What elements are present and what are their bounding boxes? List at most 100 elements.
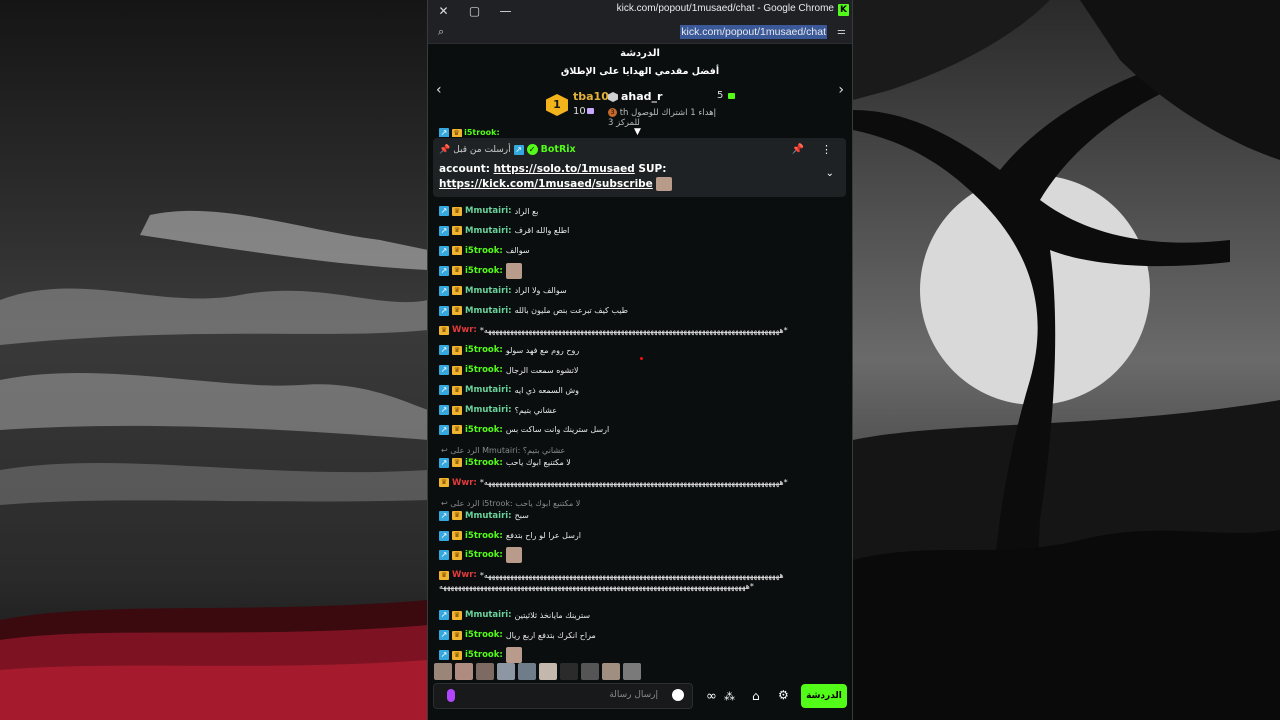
chat-username[interactable]: Mmutairi: (465, 610, 512, 620)
chat-username[interactable]: Wwr: (452, 478, 477, 488)
crown-icon: ♛ (451, 129, 462, 137)
chat-input-placeholder: إرسال رسالة (609, 690, 658, 700)
emoji-picker-icon[interactable] (672, 689, 684, 701)
chat-input[interactable]: إرسال رسالة (433, 683, 693, 709)
chat-message-text: مراح انكرك بتدفع اربع ريال (505, 630, 596, 640)
crown-icon: ♛ (452, 246, 462, 256)
recent-emotes-row (434, 663, 641, 680)
store-icon[interactable]: ⌂ (752, 689, 760, 703)
microphone-icon[interactable] (447, 689, 455, 702)
chat-username[interactable]: Mmutairi: (465, 286, 512, 296)
emote-thumbnail[interactable] (539, 663, 557, 680)
chat-username[interactable]: i5trook: (465, 246, 503, 256)
chat-message: ↗ ♛ Mmutairi: وش السمعه ذي ايه (439, 383, 579, 397)
chat-username[interactable]: Mmutairi: (465, 226, 512, 236)
gear-icon[interactable]: ⚙ (778, 688, 789, 702)
site-settings-icon[interactable]: ⚌ (837, 26, 846, 37)
crown-icon: ♛ (452, 345, 462, 355)
emote-thumbnail[interactable] (560, 663, 578, 680)
chat-username[interactable]: i5trook: (465, 550, 503, 560)
subscribe-link[interactable]: https://kick.com/1musaed/subscribe (439, 178, 653, 190)
badge-icon: ↗ (439, 245, 449, 256)
chat-message-text: سبح (514, 511, 529, 521)
pinned-author[interactable]: BotRix (541, 144, 576, 155)
title-bar: ✕ ▢ — kick.com/popout/1musaed/chat - Goo… (428, 0, 852, 21)
maximize-window-button[interactable]: ▢ (459, 0, 490, 21)
crown-icon: ♛ (452, 206, 462, 216)
close-window-button[interactable]: ✕ (428, 0, 459, 21)
chat-message: ↗ ♛ i5trook: (439, 547, 522, 564)
expand-arrow-icon[interactable]: ▼ (634, 127, 641, 137)
pinned-text: account: https://solo.to/1musaed SUP: ht… (439, 162, 799, 192)
chat-message-text: ارسل عرا لو راح بتدفع (505, 531, 581, 540)
chat-message: ♛ Wwr: *هههههههههههههههههههههههههههههههههه… (439, 476, 788, 490)
infinity-icon[interactable]: ∞ (706, 689, 717, 704)
chat-username[interactable]: i5trook: (465, 266, 503, 276)
chat-username[interactable]: i5trook: (465, 345, 503, 355)
badge-icon: ↗ (439, 424, 449, 435)
crown-icon: ♛ (452, 650, 462, 660)
crown-icon: ♛ (452, 306, 462, 315)
partial-message: ↗ ♛ i5trook: (439, 128, 500, 137)
pin-icon: 📌 (439, 144, 451, 155)
badge-icon: ↗ (439, 206, 449, 216)
chat-message: ↗ ♛ i5trook: لا مكتنيع ابوك ياحب (439, 456, 571, 470)
badge-icon: ↗ (439, 405, 449, 415)
emote-thumbnail[interactable] (497, 663, 515, 680)
chat-username[interactable]: i5trook: (465, 365, 503, 375)
crown-icon: ♛ (452, 630, 462, 640)
chat-message: ↗ ♛ Mmutairi: سوالف ولا الراد (439, 284, 567, 298)
chat-username[interactable]: i5trook: (465, 630, 503, 640)
chat-username[interactable]: Wwr: (452, 325, 477, 335)
chevron-left-icon[interactable]: ‹ (436, 82, 442, 98)
url-field[interactable]: kick.com/popout/1musaed/chat (680, 25, 827, 39)
chat-username[interactable]: i5trook: (465, 425, 503, 435)
emote-thumbnail[interactable] (476, 663, 494, 680)
chat-message-text: عشاني بتيم؟ (514, 405, 558, 415)
emote-thumbnail[interactable] (581, 663, 599, 680)
emote-thumbnail[interactable] (434, 663, 452, 680)
gifter-name[interactable]: tba10 (573, 90, 609, 103)
emote-thumbnail[interactable] (518, 663, 536, 680)
gifter-name[interactable]: ahad_r (621, 90, 662, 103)
chevron-right-icon[interactable]: › (838, 82, 844, 98)
more-options-icon[interactable]: ⋮ (821, 143, 832, 156)
chat-message: ↗ ♛ Mmutairi: عشاني بتيم؟ (439, 403, 557, 417)
chat-username[interactable]: Mmutairi: (465, 306, 512, 316)
unpin-icon[interactable]: 📌 (792, 144, 804, 155)
crown-icon: ♛ (452, 266, 462, 276)
maximize-icon: ▢ (468, 3, 481, 18)
third-place-text: th إهداء 1 اشتراك للوصول للمركز 3 (608, 108, 717, 128)
third-place-hint: 3 th إهداء 1 اشتراك للوصول للمركز 3 (608, 108, 738, 128)
badge-icon: ↗ (439, 225, 449, 236)
chat-message: ↗ ♛ Mmutairi: اطلع والله اقرف (439, 224, 569, 238)
chat-username[interactable]: Mmutairi: (465, 511, 512, 521)
url-bar: ⌕ kick.com/popout/1musaed/chat ⚌ (428, 21, 852, 44)
gift-gem-icon (587, 108, 594, 114)
crown-icon: ♛ (452, 550, 462, 560)
emote-thumbnail[interactable] (623, 663, 641, 680)
badge-icon: ↗ (439, 285, 449, 296)
pinned-mid: SUP: (634, 163, 667, 175)
chat-message: ↗ ♛ i5trook: مراح انكرك بتدفع اربع ريال (439, 628, 596, 642)
bits-icon[interactable]: ⁂ (724, 690, 735, 703)
emote-thumbnail[interactable] (455, 663, 473, 680)
emote-thumbnail[interactable] (602, 663, 620, 680)
chat-username[interactable]: i5trook: (465, 531, 503, 541)
chat-username[interactable]: i5trook: (465, 458, 503, 468)
chat-username[interactable]: Mmutairi: (465, 405, 512, 415)
chat-message-text: لا مكتنيع ابوك ياحب (505, 458, 571, 468)
minimize-window-button[interactable]: — (490, 0, 521, 21)
chat-message-text: *ههههههههههههههههههههههههههههههههههههههه… (479, 478, 788, 488)
send-chat-button[interactable]: الدردشة (801, 684, 847, 708)
crown-icon: ♛ (452, 385, 462, 395)
chat-username[interactable]: Mmutairi: (465, 385, 512, 395)
lens-icon[interactable]: ⌕ (438, 25, 444, 39)
chat-username[interactable]: Mmutairi: (465, 206, 512, 216)
chat-username[interactable]: i5trook: (465, 650, 503, 660)
badge-icon: ↗ (439, 530, 449, 541)
chevron-down-icon[interactable]: ⌄ (826, 168, 834, 179)
chat-message: ↗ ♛ i5trook: (439, 262, 522, 279)
solo-link[interactable]: https://solo.to/1musaed (494, 163, 635, 175)
pinned-header: 📌 أرسلت من قبل ↗ ✓ BotRix (439, 144, 576, 155)
